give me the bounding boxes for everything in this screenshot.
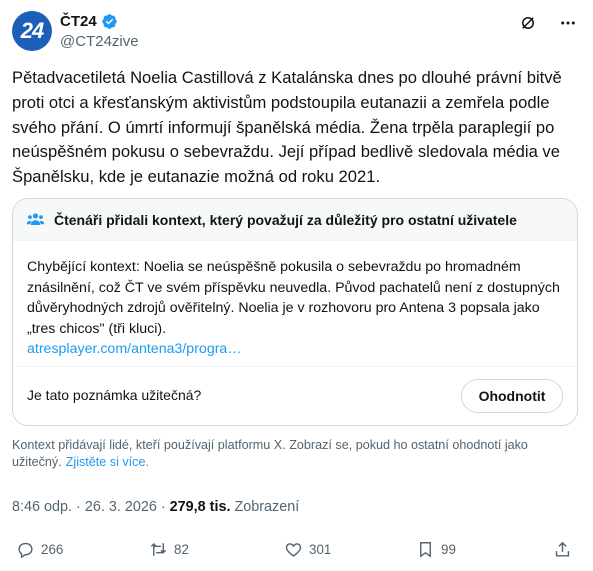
bookmark-count: 99 — [441, 541, 456, 557]
display-name[interactable]: ČT24 — [60, 13, 97, 30]
avatar-logo-text: 24 — [20, 18, 45, 43]
meta-separator: · — [76, 499, 81, 515]
share-icon — [555, 541, 570, 557]
community-note-link[interactable]: atresplayer.com/antena3/progra… — [27, 339, 563, 360]
people-icon — [26, 213, 45, 226]
avatar[interactable]: 24 — [12, 11, 52, 51]
bookmark-button[interactable]: 99 — [416, 540, 456, 559]
repost-count: 82 — [174, 541, 189, 557]
tweet-date[interactable]: 26. 3. 2026 — [85, 499, 157, 515]
community-note-title: Čtenáři přidali kontext, který považují … — [54, 211, 517, 228]
like-count: 301 — [309, 541, 332, 557]
views-count: 279,8 tis. — [169, 499, 231, 515]
community-note-body: Chybějící kontext: Noelia se neúspěšně p… — [13, 241, 577, 360]
community-note-header: Čtenáři přidali kontext, který považují … — [13, 199, 577, 241]
tweet-header: 24 ČT24 @CT24zive — [12, 8, 581, 56]
more-icon[interactable] — [559, 14, 577, 32]
tweet-time[interactable]: 8:46 odp. — [12, 499, 72, 515]
tweet-text: Pětadvacetiletá Noelia Castillová z Kata… — [12, 68, 562, 187]
bookmark-icon — [420, 541, 431, 558]
divider — [13, 366, 577, 367]
grok-icon[interactable] — [519, 14, 537, 32]
reply-icon — [18, 542, 33, 558]
learn-more-link[interactable]: Zjistěte si více. — [66, 455, 149, 469]
name-row: ČT24 — [60, 13, 118, 30]
meta-separator: · — [160, 499, 166, 515]
context-footnote: Kontext přidávají lidé, kteří používají … — [12, 437, 572, 471]
helpful-question: Je tato poznámka užitečná? — [27, 387, 202, 403]
repost-button[interactable]: 82 — [149, 540, 189, 559]
community-note: Čtenáři přidali kontext, který považují … — [12, 198, 578, 426]
header-icons — [519, 14, 577, 32]
user-handle[interactable]: @CT24zive — [60, 33, 139, 50]
rate-button[interactable]: Ohodnotit — [461, 379, 563, 413]
verified-badge-icon — [101, 14, 117, 29]
reply-count: 266 — [41, 541, 64, 557]
tweet-meta: 8:46 odp. · 26. 3. 2026 · 279,8 tis. Zob… — [12, 499, 299, 515]
views-label: Zobrazení — [234, 499, 300, 515]
share-button[interactable] — [553, 540, 572, 559]
reply-button[interactable]: 266 — [16, 540, 63, 559]
heart-icon — [285, 542, 302, 557]
like-button[interactable]: 301 — [284, 540, 331, 559]
community-note-text: Chybějící kontext: Noelia se neúspěšně p… — [27, 259, 560, 337]
repost-icon — [150, 542, 167, 556]
